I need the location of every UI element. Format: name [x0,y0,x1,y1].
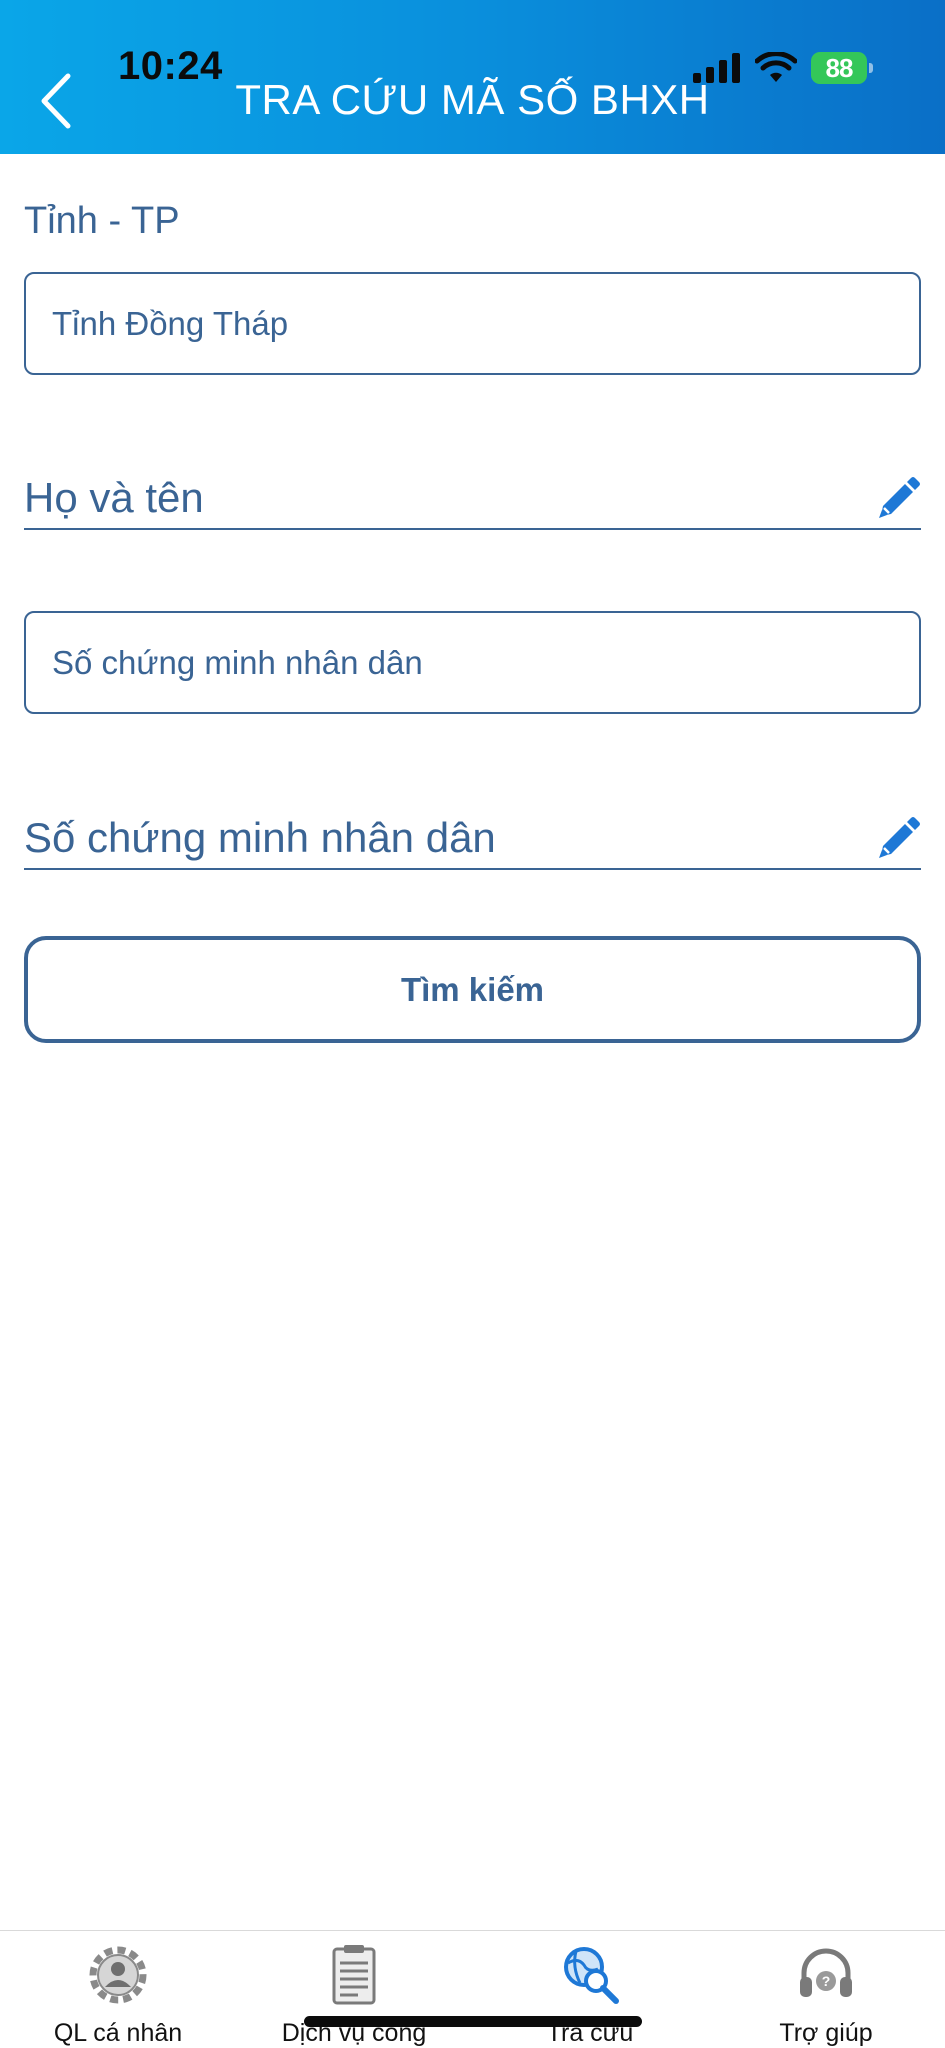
pencil-icon[interactable] [875,816,921,862]
search-button[interactable]: Tìm kiếm [24,936,921,1043]
nav-item-help[interactable]: ? Trợ giúp [708,1931,944,2048]
province-value: Tỉnh Đồng Tháp [52,304,289,342]
province-select[interactable]: Tỉnh Đồng Tháp [24,272,921,375]
svg-text:?: ? [822,1973,831,1989]
screen: 10:24 88 TRA CỨU MÃ SỐ BHXH Tỉnh - TP Tỉ… [0,0,945,2048]
nav-item-public-service[interactable]: Dịch vụ công [236,1931,472,2048]
nav-item-lookup[interactable]: Tra cứu [472,1931,708,2048]
headset-icon: ? [800,1948,852,1997]
nav-label-personal: QL cá nhân [53,2019,183,2047]
nav-item-personal[interactable]: QL cá nhân [0,1931,236,2048]
idcard-box-placeholder: Số chứng minh nhân dân [52,643,423,681]
globe-search-icon [564,1947,619,2004]
bottom-nav: QL cá nhân Dịch vụ công Tra cứu ? Trợ gi… [0,1930,945,2048]
province-label: Tỉnh - TP [24,200,180,242]
idcard-input-box[interactable]: Số chứng minh nhân dân [24,611,921,714]
full-name-placeholder: Họ và tên [24,474,204,521]
idcard-placeholder: Số chứng minh nhân dân [24,814,496,861]
app-header: 10:24 88 TRA CỨU MÃ SỐ BHXH [0,0,945,154]
pencil-icon[interactable] [875,476,921,522]
home-indicator[interactable] [304,2016,642,2027]
gear-person-icon [89,1946,147,2004]
idcard-field[interactable]: Số chứng minh nhân dân [24,800,921,870]
document-icon [332,1945,376,2005]
full-name-field[interactable]: Họ và tên [24,460,921,530]
nav-label-help: Trợ giúp [779,2019,873,2047]
page-title: TRA CỨU MÃ SỐ BHXH [235,76,710,123]
